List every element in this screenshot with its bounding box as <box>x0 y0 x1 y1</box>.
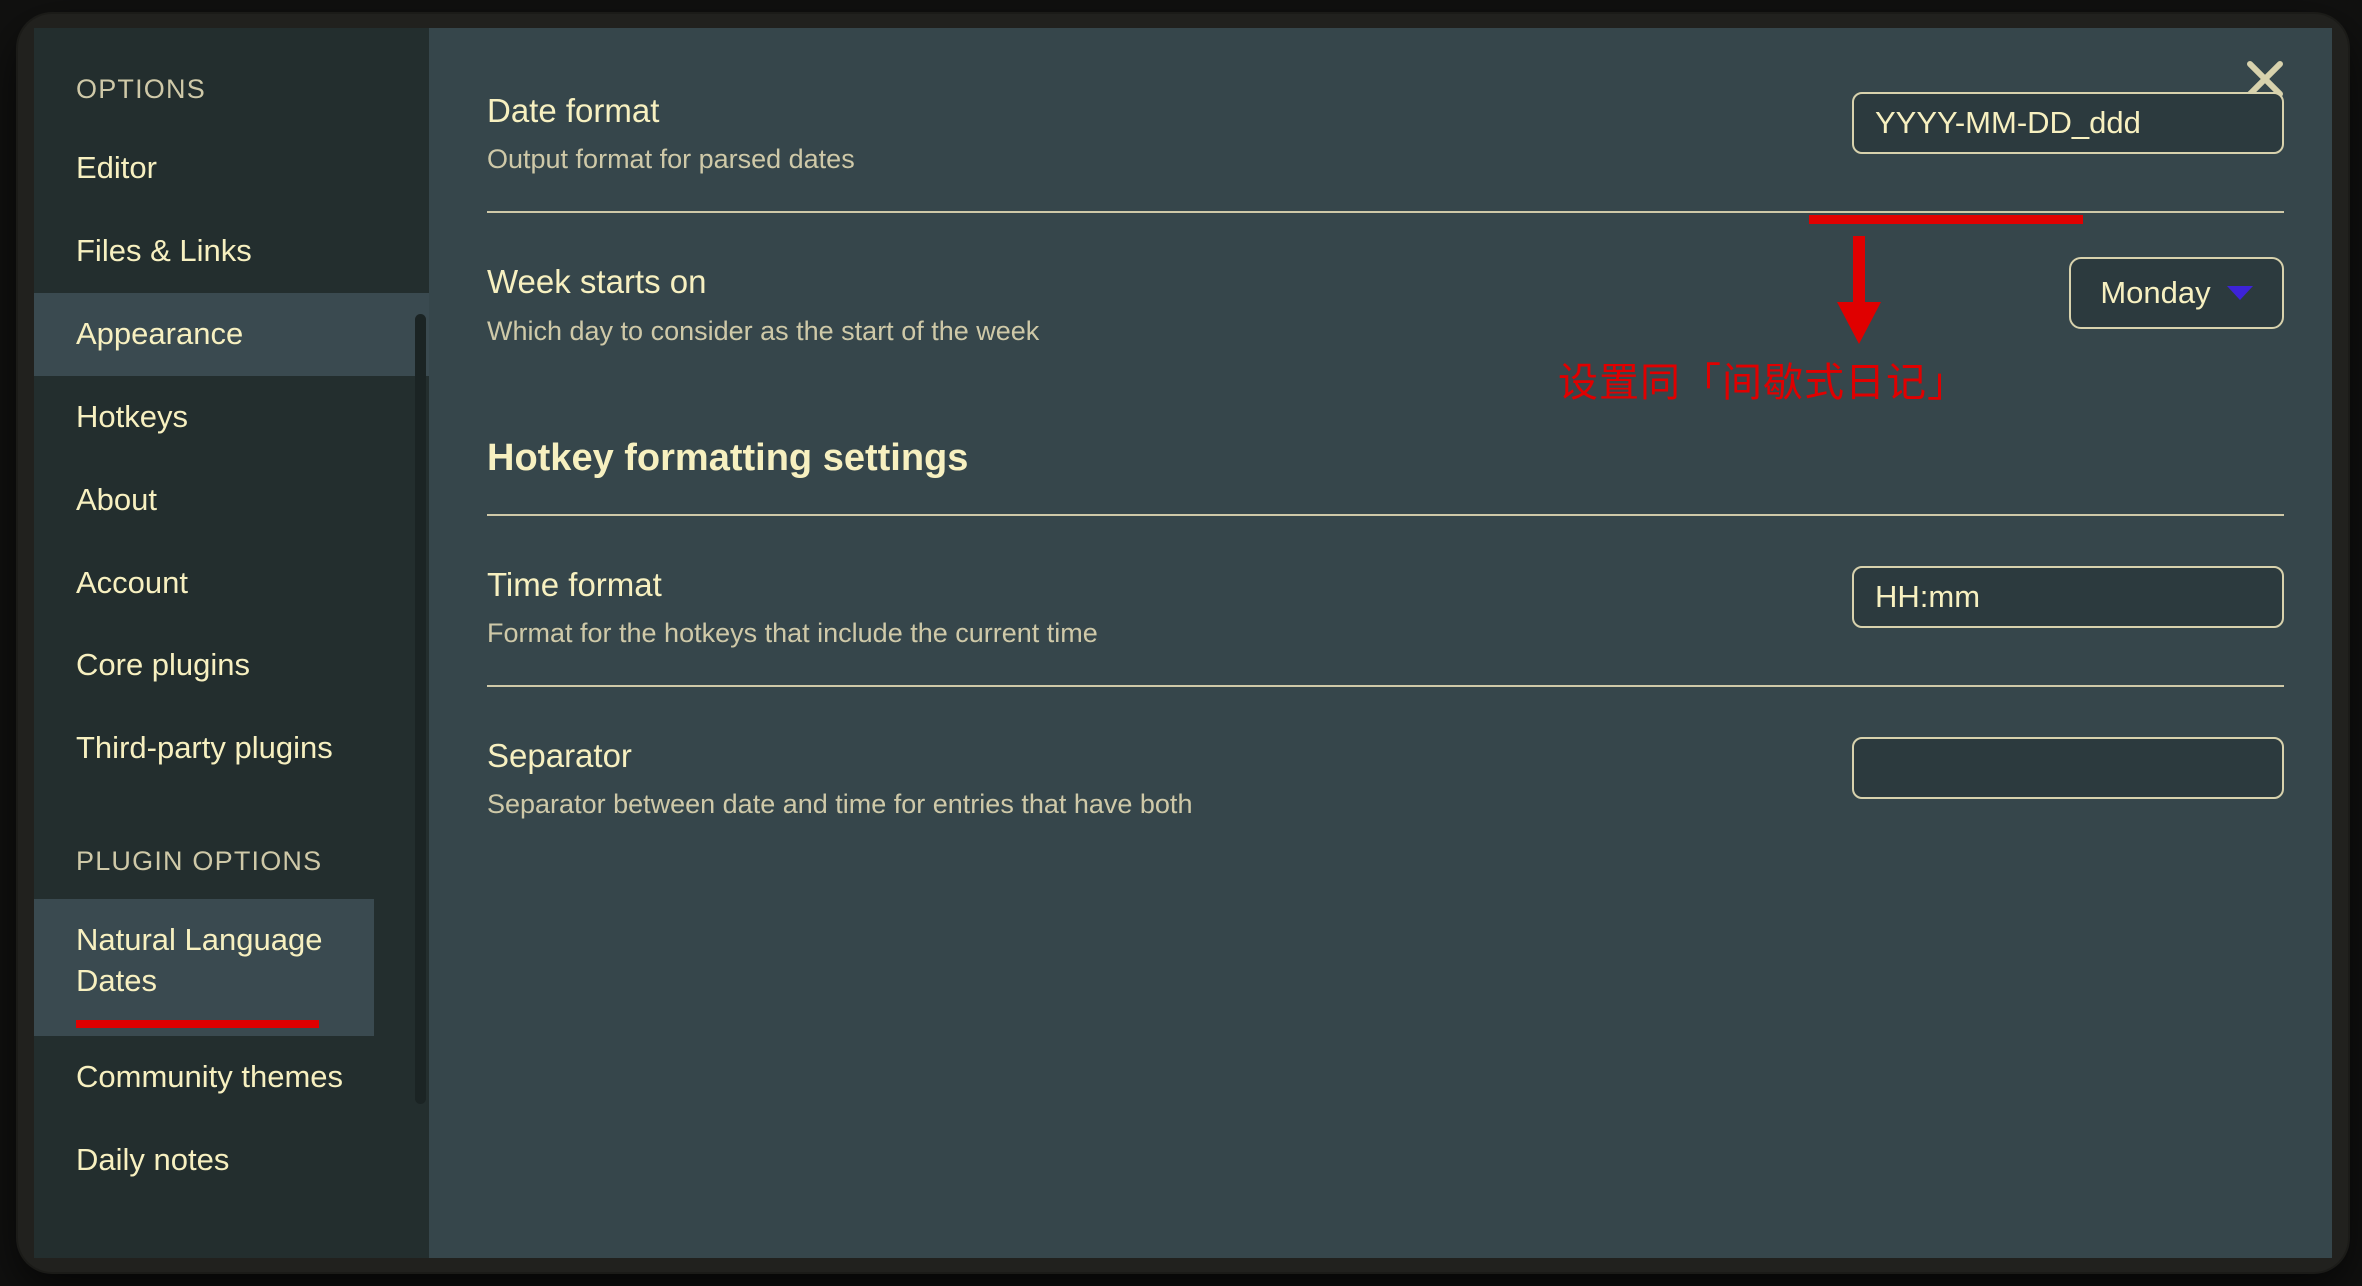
setting-control <box>1852 560 2284 628</box>
sidebar-item-editor[interactable]: Editor <box>34 127 429 210</box>
setting-row-time-format: Time format Format for the hotkeys that … <box>487 516 2284 688</box>
setting-description: Which day to consider as the start of th… <box>487 315 1040 346</box>
setting-info: Date format Output format for parsed dat… <box>487 86 855 177</box>
settings-main-panel: Date format Output format for parsed dat… <box>429 28 2332 1258</box>
separator-input[interactable] <box>1852 737 2284 800</box>
sidebar-item-account[interactable]: Account <box>34 542 429 625</box>
sidebar-item-community-themes[interactable]: Community themes <box>34 1036 429 1119</box>
setting-control <box>1852 731 2284 800</box>
sidebar-item-label: Editor <box>76 150 157 185</box>
sidebar-item-label: Community themes <box>76 1059 344 1095</box>
sidebar-section-title-plugin-options: PLUGIN OPTIONS <box>76 846 323 877</box>
setting-name: Week starts on <box>487 263 707 301</box>
section-heading: Hotkey formatting settings <box>487 436 969 479</box>
setting-description: Separator between date and time for entr… <box>487 789 1193 820</box>
sidebar-item-label: Natural Language Dates <box>76 922 323 999</box>
sidebar-item-files-and-links[interactable]: Files & Links <box>34 210 429 293</box>
setting-row-week-starts-on: Week starts on Which day to consider as … <box>487 213 2284 392</box>
setting-row-date-format: Date format Output format for parsed dat… <box>487 28 2284 214</box>
sidebar-item-about[interactable]: About <box>34 459 429 542</box>
setting-name: Separator <box>487 737 632 775</box>
setting-control <box>1852 86 2284 154</box>
setting-info: Separator Separator between date and tim… <box>487 731 1192 822</box>
sidebar-item-label: Daily notes <box>76 1141 230 1177</box>
settings-modal-frame: OPTIONS Editor Files & Links Appearance … <box>18 14 2348 1272</box>
annotation-underline-sidebar <box>76 1020 319 1029</box>
sidebar-item-label: Appearance <box>76 315 244 351</box>
sidebar-item-core-plugins[interactable]: Core plugins <box>34 624 429 707</box>
setting-info: Week starts on Which day to consider as … <box>487 257 1039 348</box>
date-format-input[interactable] <box>1852 92 2284 154</box>
sidebar-item-hotkeys[interactable]: Hotkeys <box>34 376 429 459</box>
section-hotkey-formatting: Hotkey formatting settings <box>487 393 2284 516</box>
settings-modal: OPTIONS Editor Files & Links Appearance … <box>34 28 2332 1258</box>
sidebar-item-label: Third-party plugins <box>76 730 333 766</box>
sidebar-item-label: Core plugins <box>76 647 251 683</box>
setting-name: Time format <box>487 565 662 603</box>
dropdown-selected-value: Monday <box>2100 275 2211 311</box>
chevron-down-icon <box>2226 286 2253 301</box>
sidebar-item-label: Files & Links <box>76 232 252 268</box>
setting-description: Output format for parsed dates <box>487 144 855 175</box>
setting-info: Time format Format for the hotkeys that … <box>487 560 1098 651</box>
setting-description: Format for the hotkeys that include the … <box>487 617 1098 648</box>
time-format-input[interactable] <box>1852 565 2284 628</box>
sidebar-item-daily-notes[interactable]: Daily notes <box>34 1119 429 1202</box>
app-root: OPTIONS Editor Files & Links Appearance … <box>0 0 2362 1286</box>
sidebar-item-label: Hotkeys <box>76 398 188 434</box>
sidebar-item-third-party-plugins[interactable]: Third-party plugins <box>34 707 429 790</box>
sidebar-item-label: About <box>76 481 158 517</box>
week-start-dropdown[interactable]: Monday <box>2069 257 2284 330</box>
setting-row-separator: Separator Separator between date and tim… <box>487 687 2284 856</box>
sidebar-scrollbar[interactable] <box>415 314 426 1104</box>
sidebar-item-appearance[interactable]: Appearance <box>34 292 429 376</box>
settings-sidebar: OPTIONS Editor Files & Links Appearance … <box>34 28 429 1258</box>
setting-control: Monday <box>2069 257 2284 330</box>
sidebar-item-label: Account <box>76 564 189 600</box>
sidebar-item-natural-language-dates[interactable]: Natural Language Dates <box>34 899 374 1037</box>
setting-name: Date format <box>487 92 660 129</box>
sidebar-section-title-options: OPTIONS <box>76 74 206 104</box>
